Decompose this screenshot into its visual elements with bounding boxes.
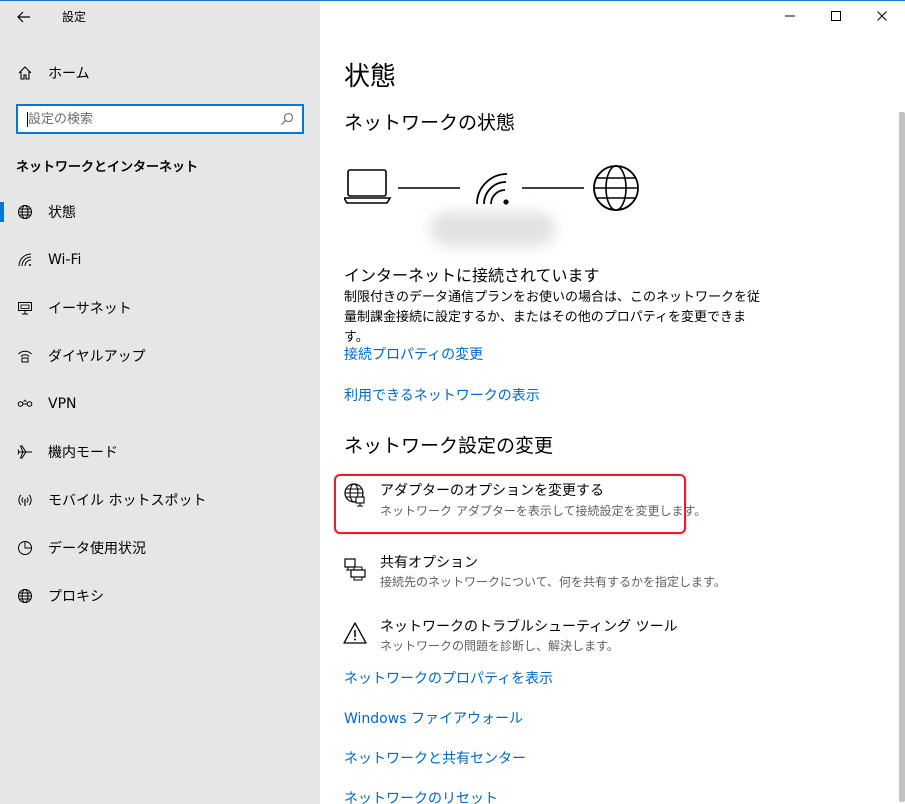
ethernet-icon [16,299,34,317]
change-settings-heading: ネットワーク設定の変更 [344,435,554,457]
search-icon[interactable] [280,112,294,126]
wifi-icon [16,251,34,269]
sidebar-section-title: ネットワークとインターネット [16,160,199,175]
sidebar-item-label: Wi-Fi [48,252,82,268]
sidebar-item-status[interactable]: 状態 [0,192,320,232]
sidebar-item-dialup[interactable]: ダイヤルアップ [0,336,320,376]
back-arrow-icon [17,11,30,23]
back-button[interactable] [8,4,40,30]
page-title: 状態 [344,62,397,92]
connection-description: 制限付きのデータ通信プランをお使いの場合は、このネットワークを従量制課金接続に設… [344,290,761,345]
active-indicator [0,202,4,222]
home-icon [16,64,34,82]
sidebar-item-home[interactable]: ホーム [0,53,320,93]
sidebar-item-proxy[interactable]: プロキシ [0,576,320,616]
sidebar-item-airplane[interactable]: 機内モード [0,432,320,472]
link-change-connection-properties[interactable]: 接続プロパティの変更 [344,344,483,364]
sidebar-item-hotspot[interactable]: モバイル ホットスポット [0,480,320,520]
sharing-printer-icon [344,558,366,581]
sidebar-item-vpn[interactable]: VPN [0,384,320,424]
link-view-network-properties[interactable]: ネットワークのプロパティを表示 [344,668,553,688]
link-show-available-networks[interactable]: 利用できるネットワークの表示 [344,385,540,405]
main-content: 状態 ネットワークの状態 インターネットに接続されています 制限付きのデータ通信… [320,0,905,804]
connection-status-title: インターネットに接続されています [344,266,600,285]
link-network-reset[interactable]: ネットワークのリセット [344,788,498,804]
app-title: 設定 [62,10,87,24]
network-status-heading: ネットワークの状態 [344,112,516,134]
airplane-icon [16,443,34,461]
data-usage-icon [16,539,34,557]
option-title: 共有オプション [380,555,478,571]
sidebar-item-ethernet[interactable]: イーサネット [0,288,320,328]
sidebar: 設定 ホーム ネットワークとインターネット 状態 Wi-Fi イーサネット [0,0,320,804]
link-network-sharing-center[interactable]: ネットワークと共有センター [344,748,526,768]
sidebar-item-label: モバイル ホットスポット [48,493,207,509]
laptop-icon [344,169,392,204]
search-input[interactable] [18,106,268,132]
option-sharing[interactable]: 共有オプション 接続先のネットワークについて、何を共有するかを指定します。 [334,548,726,604]
warning-icon [343,622,367,644]
internet-globe-icon [593,165,639,211]
adapter-globe-icon [344,483,365,507]
option-title: アダプターのオプションを変更する [380,483,604,499]
globe-icon [16,203,34,221]
network-name-redacted [430,212,555,246]
option-troubleshooter[interactable]: ネットワークのトラブルシューティング ツール ネットワークの問題を診断し、解決し… [334,612,684,668]
link-windows-firewall[interactable]: Windows ファイアウォール [344,708,523,728]
sidebar-item-label: ダイヤルアップ [48,349,146,365]
scrollbar[interactable] [899,112,905,802]
wifi-signal-icon [476,173,509,205]
window-top-border [0,0,905,1]
option-change-adapter[interactable]: アダプターのオプションを変更する ネットワーク アダプターを表示して接続設定を変… [334,474,706,534]
sidebar-item-label: イーサネット [48,301,132,317]
sidebar-item-data-usage[interactable]: データ使用状況 [0,528,320,568]
dialup-icon [16,347,34,365]
sidebar-item-label: VPN [48,396,77,412]
globe-icon [16,587,34,605]
text-caret [27,112,28,127]
sidebar-item-label: ホーム [48,66,90,82]
option-description: ネットワーク アダプターを表示して接続設定を変更します。 [380,504,707,518]
sidebar-item-label: 機内モード [48,445,118,461]
hotspot-icon [16,491,34,509]
sidebar-item-label: 状態 [48,205,76,221]
sidebar-item-wifi[interactable]: Wi-Fi [0,240,320,280]
sidebar-item-label: プロキシ [48,589,104,605]
sidebar-item-label: データ使用状況 [48,541,146,557]
option-title: ネットワークのトラブルシューティング ツール [380,619,678,635]
option-description: ネットワークの問題を診断し、解決します。 [380,639,619,653]
option-description: 接続先のネットワークについて、何を共有するかを指定します。 [380,575,726,589]
search-box[interactable] [16,104,304,134]
vpn-icon [16,395,34,413]
